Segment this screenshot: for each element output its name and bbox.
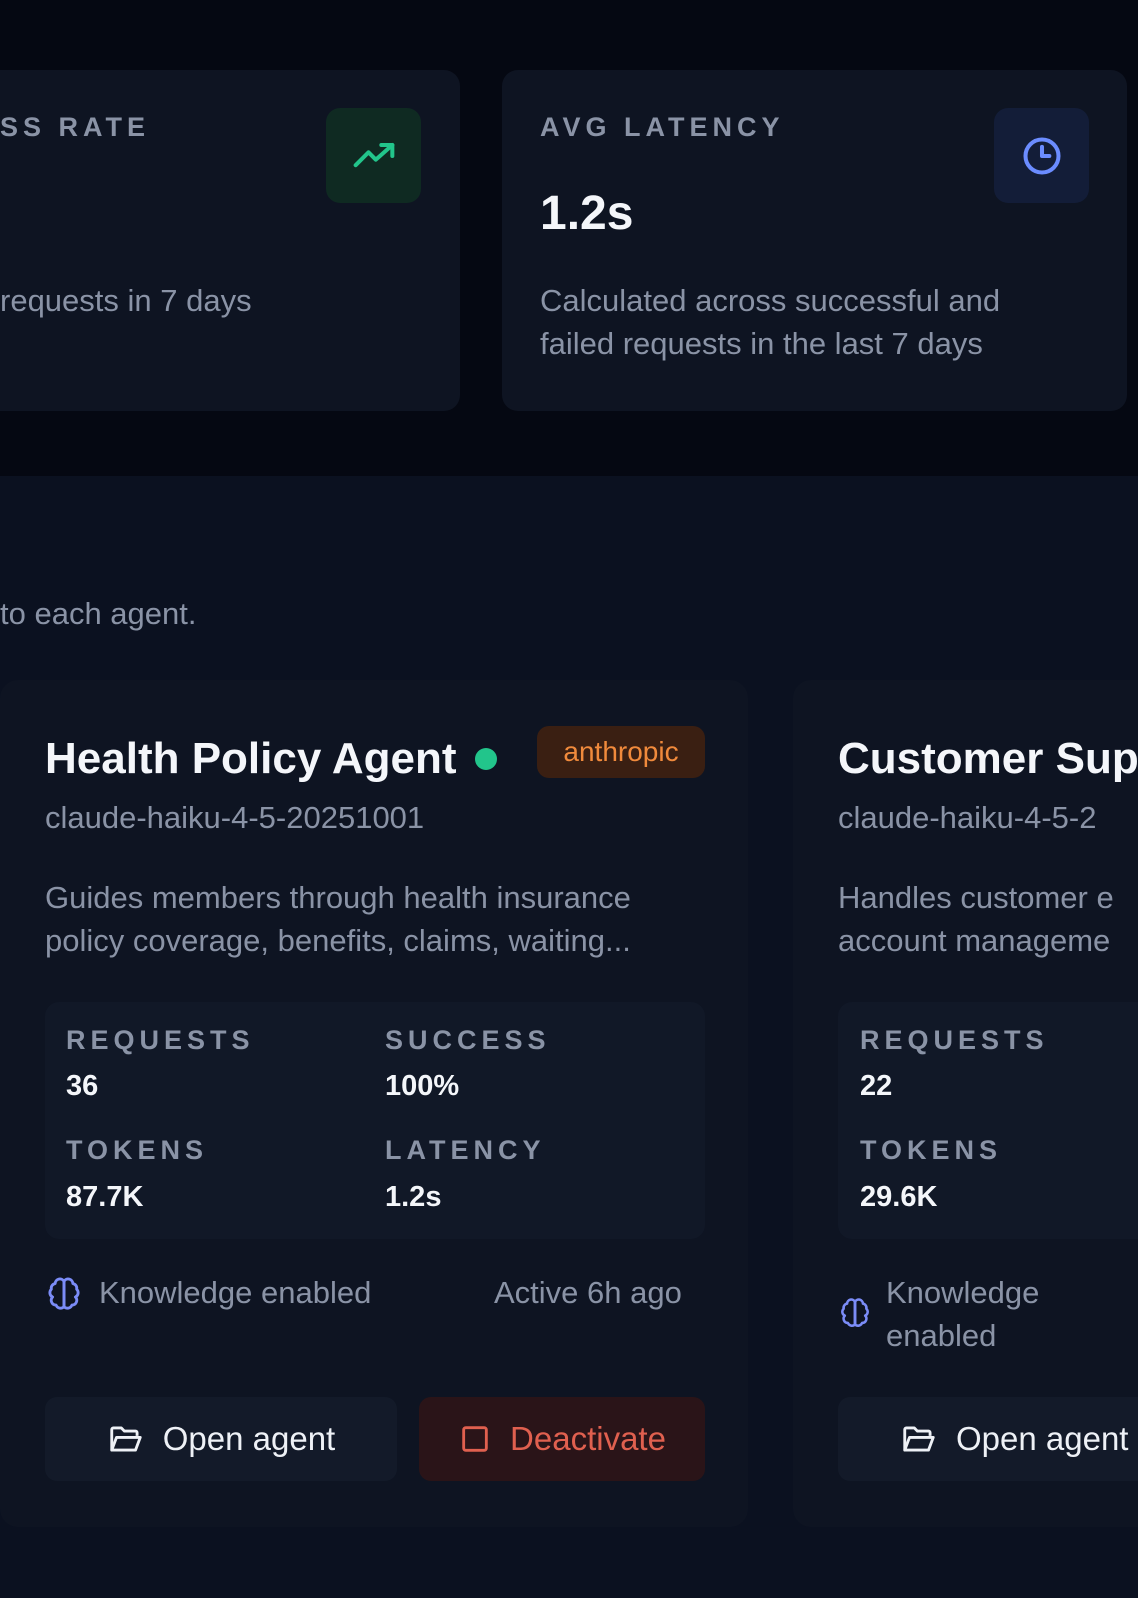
square-icon bbox=[462, 1426, 488, 1452]
status-dot bbox=[475, 748, 497, 770]
success-icon-box bbox=[326, 108, 421, 203]
metric-success-value: 100% bbox=[385, 1070, 460, 1102]
metric-latency-label: LATENCY bbox=[385, 1135, 546, 1165]
brain-icon bbox=[48, 1277, 80, 1310]
agent-description: Handles customer e account manageme bbox=[838, 880, 1114, 958]
open-agent-label: Open agent bbox=[956, 1420, 1129, 1457]
brain-icon bbox=[841, 1298, 869, 1327]
stat-value-avg-latency: 1.2s bbox=[540, 187, 634, 240]
metric-tokens-value: 29.6K bbox=[860, 1181, 938, 1213]
trending-up-icon bbox=[353, 142, 394, 167]
metric-requests-label: REQUESTS bbox=[860, 1025, 1049, 1055]
agents-panel-subtitle: to each agent. bbox=[0, 596, 197, 631]
open-agent-button[interactable]: Open agent bbox=[45, 1397, 397, 1481]
metric-requests-value: 22 bbox=[860, 1070, 893, 1102]
metric-requests-value: 36 bbox=[66, 1070, 99, 1102]
stat-label-avg-latency: AVG LATENCY bbox=[540, 112, 785, 142]
agent-name: Customer Sup bbox=[838, 734, 1138, 783]
agent-model: claude-haiku-4-5-20251001 bbox=[45, 800, 425, 835]
clock-icon bbox=[1022, 136, 1061, 175]
stat-label-success-rate: SS RATE bbox=[0, 112, 151, 142]
metric-tokens-label: TOKENS bbox=[860, 1135, 1003, 1165]
knowledge-status: Knowledge enabled bbox=[99, 1275, 372, 1310]
metric-tokens-label: TOKENS bbox=[66, 1135, 209, 1165]
folder-open-icon bbox=[110, 1426, 142, 1452]
stat-desc-avg-latency: Calculated across successful and failed … bbox=[540, 283, 1001, 361]
deactivate-button[interactable]: Deactivate bbox=[419, 1397, 705, 1481]
metric-latency-value: 1.2s bbox=[385, 1181, 442, 1213]
metric-requests-label: REQUESTS bbox=[66, 1025, 255, 1055]
agent-last-active: Active 6h ago bbox=[494, 1275, 682, 1310]
folder-open-icon bbox=[903, 1426, 935, 1452]
knowledge-status: Knowledge enabled bbox=[886, 1275, 1040, 1353]
metric-tokens-value: 87.7K bbox=[66, 1181, 144, 1213]
open-agent-label: Open agent bbox=[162, 1420, 336, 1457]
deactivate-label: Deactivate bbox=[510, 1420, 666, 1457]
metric-success-label: SUCCESS bbox=[385, 1025, 551, 1055]
agent-model: claude-haiku-4-5-2 bbox=[838, 800, 1097, 835]
stat-desc-success-rate: requests in 7 days bbox=[0, 283, 252, 318]
latency-icon-box bbox=[994, 108, 1089, 203]
provider-badge: anthropic bbox=[537, 726, 705, 778]
agent-description: Guides members through health insurance … bbox=[45, 880, 631, 958]
open-agent-button[interactable]: Open agent bbox=[838, 1397, 1138, 1481]
agent-name: Health Policy Agent bbox=[45, 734, 457, 783]
